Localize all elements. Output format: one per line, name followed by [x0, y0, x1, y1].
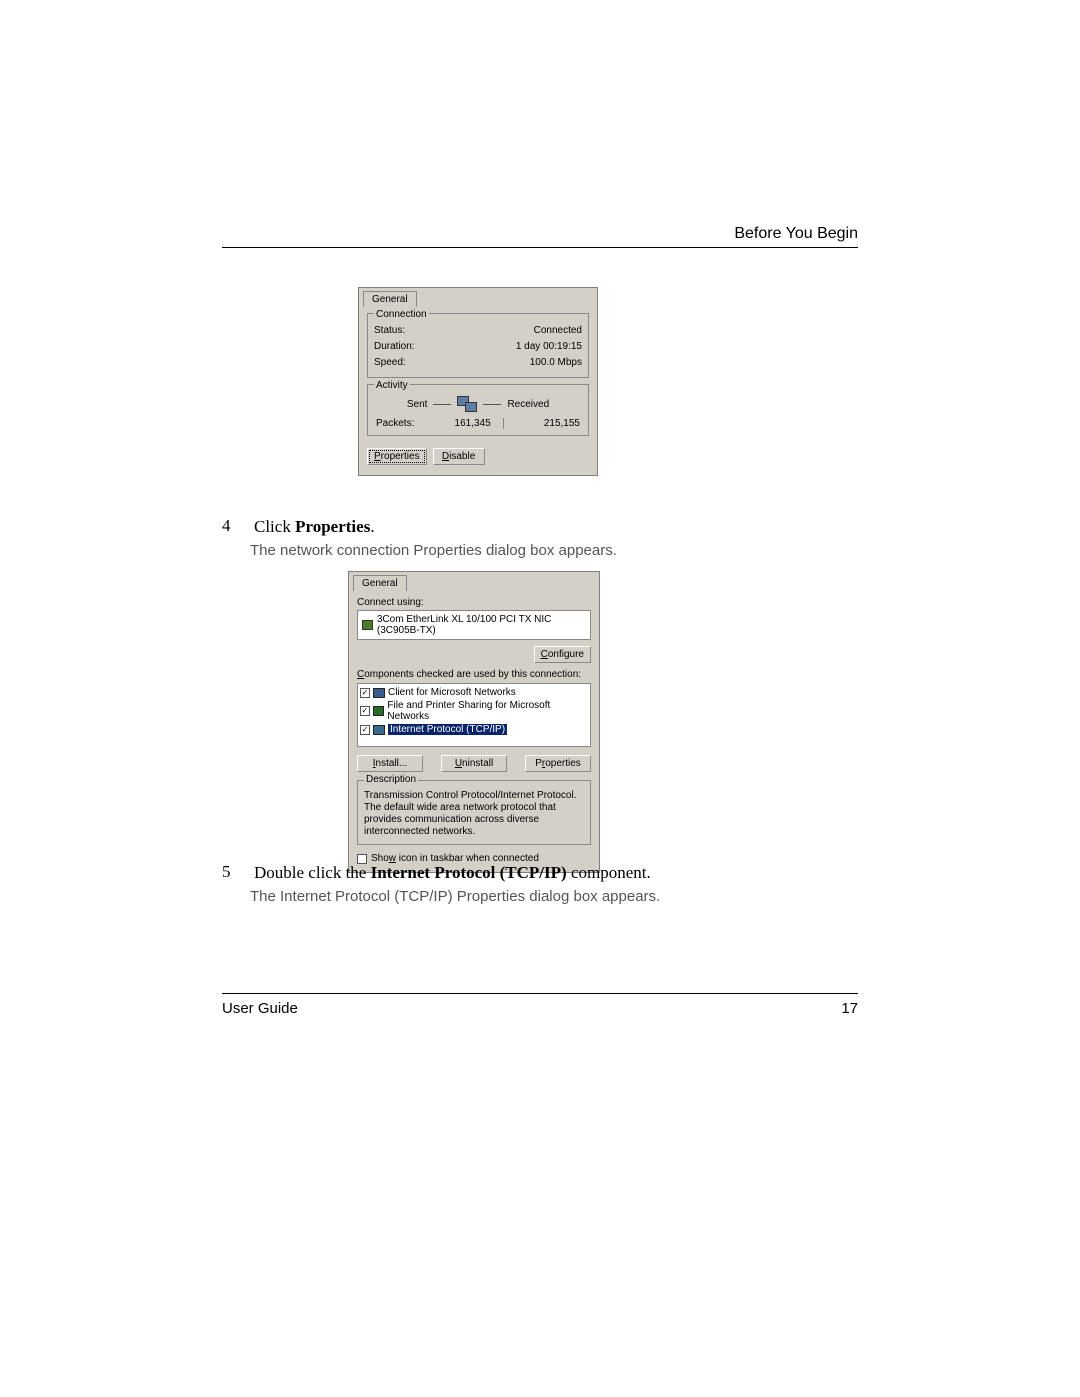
list-item[interactable]: ✓ File and Printer Sharing for Microsoft…: [360, 699, 588, 723]
properties-button-2[interactable]: Properties: [525, 755, 591, 772]
received-label: Received: [507, 399, 549, 410]
packets-label: Packets:: [376, 418, 414, 429]
disable-button[interactable]: Disable: [433, 448, 485, 465]
uninstall-button[interactable]: Uninstall: [441, 755, 507, 772]
duration-value: 1 day 00:19:15: [516, 339, 582, 355]
list-item[interactable]: ✓ Internet Protocol (TCP/IP): [360, 723, 588, 736]
connection-properties-dialog: General Connect using: 3Com EtherLink XL…: [348, 571, 600, 873]
tab-general[interactable]: General: [363, 291, 417, 307]
duration-label: Duration:: [374, 339, 415, 355]
client-label: Client for Microsoft Networks: [388, 687, 516, 698]
step-5-number: 5: [222, 862, 250, 882]
fileshare-label: File and Printer Sharing for Microsoft N…: [387, 700, 588, 722]
computers-icon: [457, 396, 477, 412]
fileshare-icon: [373, 706, 385, 716]
footer-left: User Guide: [222, 1000, 298, 1017]
properties-button-label: roperties: [381, 451, 420, 462]
activity-fieldset: Activity Sent Received Packets: 161,345 …: [367, 384, 589, 436]
step-4-number: 4: [222, 516, 250, 536]
status-value: Connected: [534, 323, 582, 339]
client-icon: [373, 688, 385, 698]
sent-line-icon: [433, 404, 451, 405]
packets-received-value: 215,155: [544, 418, 580, 429]
install-button[interactable]: Install...: [357, 755, 423, 772]
footer-rule: [222, 993, 858, 994]
components-list[interactable]: ✓ Client for Microsoft Networks ✓ File a…: [357, 683, 591, 747]
properties-button[interactable]: Properties: [367, 448, 427, 465]
tcpip-icon: [373, 725, 385, 735]
nic-field: 3Com EtherLink XL 10/100 PCI TX NIC (3C9…: [357, 610, 591, 640]
nic-icon: [362, 620, 373, 630]
step-4-text: Click Properties.: [254, 517, 375, 536]
components-label: Components checked are used by this conn…: [349, 665, 599, 683]
checkbox-icon[interactable]: ✓: [360, 706, 370, 716]
disable-button-label: isable: [449, 451, 475, 462]
tab-row-2: General: [349, 572, 599, 591]
connection-legend: Connection: [374, 309, 429, 320]
status-label: Status:: [374, 323, 405, 339]
activity-legend: Activity: [374, 380, 410, 391]
tab-general-2[interactable]: General: [353, 575, 407, 591]
step-4-desc: The network connection Properties dialog…: [250, 542, 858, 559]
speed-label: Speed:: [374, 355, 406, 371]
header-rule: [222, 247, 858, 248]
step-5: 5 Double click the Internet Protocol (TC…: [222, 862, 858, 905]
step-5-text: Double click the Internet Protocol (TCP/…: [254, 863, 651, 882]
configure-button[interactable]: Configure: [534, 646, 591, 663]
description-text: Transmission Control Protocol/Internet P…: [364, 790, 584, 838]
list-item[interactable]: ✓ Client for Microsoft Networks: [360, 686, 588, 699]
description-legend: Description: [364, 774, 418, 785]
checkbox-icon[interactable]: ✓: [360, 725, 370, 735]
running-header: Before You Begin: [734, 225, 858, 243]
description-fieldset: Description Transmission Control Protoco…: [357, 780, 591, 845]
speed-value: 100.0 Mbps: [530, 355, 582, 371]
step-5-desc: The Internet Protocol (TCP/IP) Propertie…: [250, 888, 858, 905]
recv-line-icon: [483, 404, 501, 405]
connect-using-label: Connect using:: [349, 591, 599, 610]
checkbox-icon[interactable]: ✓: [360, 688, 370, 698]
connection-status-dialog: General Connection Status: Connected Dur…: [358, 287, 598, 476]
connection-fieldset: Connection Status: Connected Duration: 1…: [367, 313, 589, 378]
nic-name: 3Com EtherLink XL 10/100 PCI TX NIC (3C9…: [377, 614, 586, 636]
tab-row: General: [359, 288, 597, 307]
page-number: 17: [841, 1000, 858, 1017]
sent-label: Sent: [407, 399, 428, 410]
packets-sent-value: 161,345: [455, 418, 504, 429]
page-footer: User Guide 17: [222, 993, 858, 1017]
tcpip-label: Internet Protocol (TCP/IP): [388, 724, 507, 735]
step-4: 4 Click Properties. The network connecti…: [222, 516, 858, 559]
